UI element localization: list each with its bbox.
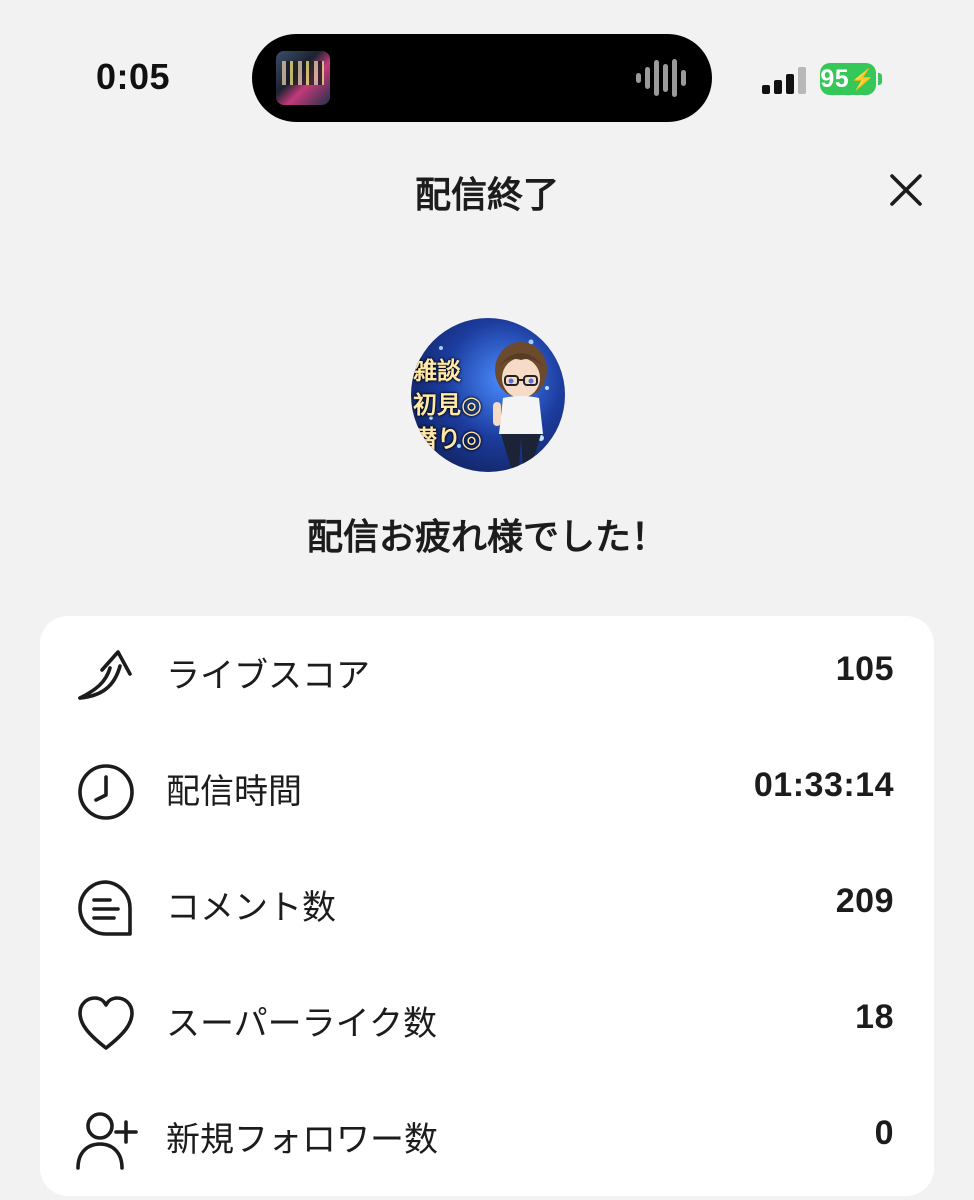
stat-label: 新規フォロワー数 (166, 1120, 438, 1160)
stat-row-super-likes: スーパーライク数 18 (40, 964, 934, 1080)
battery-percent: 95 (820, 64, 850, 93)
now-playing-thumbnail[interactable] (276, 51, 330, 105)
completion-message: 配信お疲れ様でした！ (306, 517, 667, 558)
stat-value: 0 (874, 1114, 894, 1152)
battery-nub (878, 73, 882, 85)
stat-value: 105 (835, 650, 894, 688)
stat-label: 配信時間 (166, 772, 302, 812)
status-bar: 0:05 95 ⚡ (0, 0, 974, 130)
stat-value: 18 (855, 998, 894, 1036)
close-icon (890, 174, 922, 206)
stat-label: スーパーライク数 (166, 1004, 437, 1044)
stat-row-stream-duration: 配信時間 01:33:14 (40, 732, 934, 848)
clock-icon (78, 764, 134, 820)
dynamic-island[interactable] (252, 34, 712, 122)
close-button[interactable] (882, 166, 930, 214)
stat-value: 209 (835, 882, 894, 920)
stats-card: ライブスコア 105 配信時間 01:33:14 コメント数 209 スーパーラ… (40, 616, 934, 1196)
stat-label: ライブスコア (166, 656, 370, 696)
add-follower-icon (76, 1112, 138, 1170)
streamer-avatar[interactable]: 雑談 初見◎ 潜り◎ (411, 318, 565, 472)
cellular-signal-icon (762, 66, 808, 94)
page-title: 配信終了 (414, 175, 559, 216)
stat-row-live-score: ライブスコア 105 (40, 616, 934, 732)
status-time: 0:05 (96, 56, 171, 97)
chibi-character-illustration (493, 342, 547, 468)
stat-row-new-followers: 新規フォロワー数 0 (40, 1080, 934, 1196)
live-score-arrow-icon (78, 650, 132, 700)
stat-label: コメント数 (166, 888, 336, 928)
battery-indicator: 95 ⚡ (820, 63, 876, 95)
charging-bolt-icon: ⚡ (850, 68, 876, 91)
avatar-caption: 雑談 初見◎ 潜り◎ (413, 356, 482, 453)
heart-icon (78, 996, 134, 1050)
comment-icon (78, 880, 132, 936)
stat-value: 01:33:14 (753, 766, 894, 804)
audio-waveform-icon (636, 58, 688, 98)
stat-row-comments: コメント数 209 (40, 848, 934, 964)
